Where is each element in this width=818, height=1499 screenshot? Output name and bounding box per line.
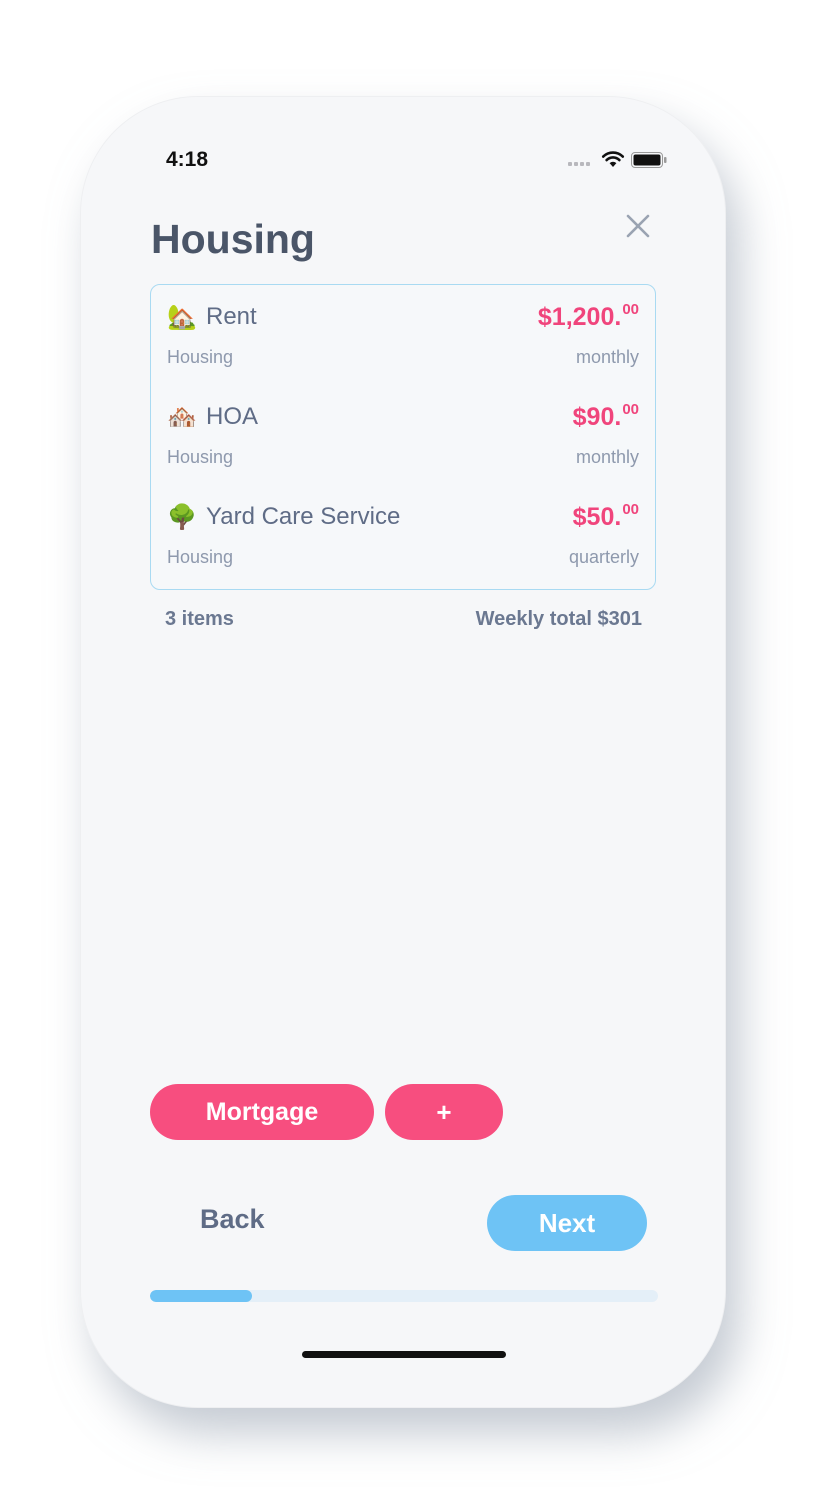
expense-item-hoa[interactable]: 🏘️ HOA $90.00 Housing monthly	[151, 385, 655, 481]
mortgage-suggestion-button[interactable]: Mortgage	[150, 1084, 374, 1140]
progress-fill	[150, 1290, 252, 1302]
expense-name: HOA	[206, 403, 259, 430]
houses-icon: 🏘️	[167, 404, 197, 431]
cellular-signal-icon	[568, 162, 590, 166]
expense-amount: $90.00	[572, 401, 639, 431]
back-button[interactable]: Back	[200, 1204, 265, 1235]
expense-frequency: monthly	[575, 447, 639, 467]
expense-amount: $50.00	[572, 501, 639, 531]
expense-name: Yard Care Service	[206, 503, 401, 530]
close-icon[interactable]	[624, 212, 652, 240]
progress-bar	[150, 1290, 658, 1302]
add-item-button[interactable]: +	[385, 1084, 503, 1140]
expense-name: Rent	[206, 303, 257, 330]
expense-category: Housing	[167, 347, 234, 367]
wifi-icon	[601, 151, 625, 167]
expense-category: Housing	[167, 547, 234, 567]
house-icon: 🏡	[167, 304, 197, 331]
home-indicator	[302, 1351, 506, 1358]
battery-icon	[631, 152, 667, 168]
page-title: Housing	[151, 216, 315, 262]
status-icons	[568, 150, 668, 170]
expense-list: 🏡 Rent $1,200.00 Housing monthly 🏘️ HOA …	[150, 284, 656, 590]
expense-item-yard-care[interactable]: 🌳 Yard Care Service $50.00 Housing quart…	[151, 485, 655, 581]
tree-icon: 🌳	[167, 504, 197, 531]
expense-item-rent[interactable]: 🏡 Rent $1,200.00 Housing monthly	[151, 285, 655, 381]
phone-frame: 4:18 Housing 🏡 Rent $1,200.00 Housing mo…	[80, 96, 726, 1408]
expense-frequency: monthly	[575, 347, 639, 367]
item-count: 3 items	[165, 608, 234, 630]
next-button[interactable]: Next	[487, 1195, 647, 1251]
expense-category: Housing	[167, 447, 234, 467]
weekly-total: Weekly total $301	[475, 608, 642, 630]
expense-frequency: quarterly	[568, 547, 639, 567]
status-time: 4:18	[166, 148, 209, 171]
expense-amount: $1,200.00	[537, 301, 639, 331]
